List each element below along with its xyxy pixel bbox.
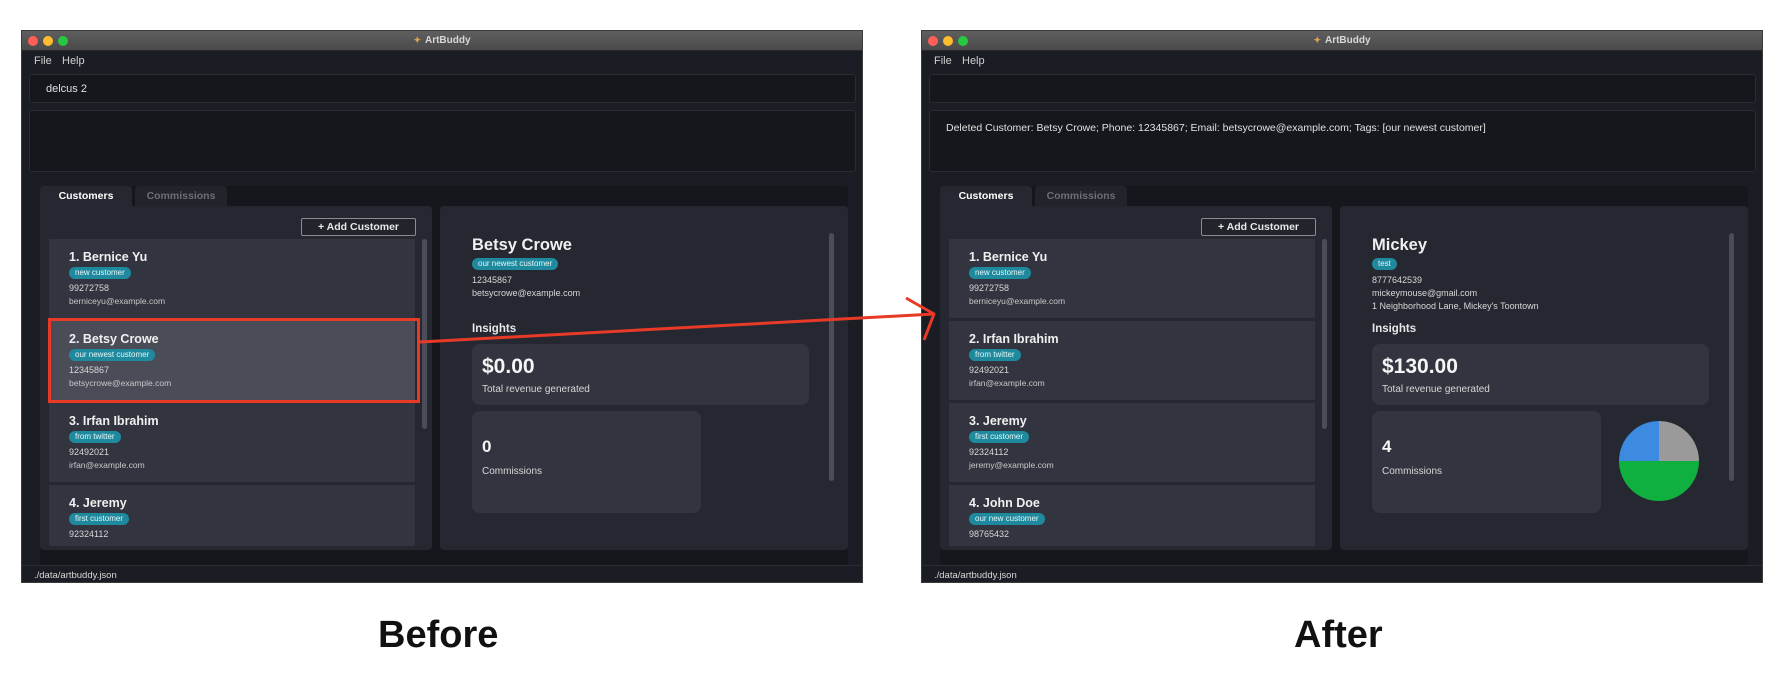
list-item[interactable]: 4. John Doe our new customer 98765432 bbox=[949, 485, 1315, 546]
detail-phone: 12345867 bbox=[472, 275, 513, 285]
customer-tag: from twitter bbox=[969, 349, 1021, 361]
menu-file[interactable]: File bbox=[34, 55, 52, 67]
customer-email: betsycrowe@example.com bbox=[69, 378, 172, 388]
customer-name: 1. Bernice Yu bbox=[69, 250, 148, 264]
customer-phone: 99272758 bbox=[69, 283, 110, 293]
customer-name: 3. Jeremy bbox=[969, 414, 1027, 428]
revenue-label: Total revenue generated bbox=[1382, 384, 1490, 395]
command-input[interactable] bbox=[929, 74, 1756, 103]
customer-tag: our new customer bbox=[969, 513, 1045, 525]
list-item[interactable]: 1. Bernice Yu new customer 99272758 bern… bbox=[49, 239, 415, 318]
insights-heading: Insights bbox=[1372, 323, 1417, 335]
commissions-label: Commissions bbox=[482, 466, 543, 477]
customer-tag: new customer bbox=[69, 267, 131, 279]
detail-scrollbar[interactable] bbox=[829, 233, 834, 481]
menu-bar: File Help bbox=[22, 51, 862, 71]
customer-tag: first customer bbox=[969, 431, 1030, 443]
caption-before: Before bbox=[378, 614, 499, 656]
customer-email: jeremy@example.com bbox=[969, 460, 1054, 470]
customer-name: 4. Jeremy bbox=[69, 496, 127, 510]
pie-slice-gray bbox=[1659, 421, 1699, 461]
customer-email: berniceyu@example.com bbox=[969, 296, 1066, 306]
detail-email: mickeymouse@gmail.com bbox=[1372, 288, 1478, 298]
command-input[interactable]: delcus 2 bbox=[29, 74, 856, 103]
customer-name: 2. Irfan Ibrahim bbox=[969, 332, 1059, 346]
detail-name: Betsy Crowe bbox=[472, 236, 572, 254]
customer-list: 1. Bernice Yu new customer 99272758 bern… bbox=[49, 239, 415, 546]
result-display: Deleted Customer: Betsy Crowe; Phone: 12… bbox=[929, 110, 1756, 172]
tab-commissions[interactable]: Commissions bbox=[1035, 186, 1127, 206]
commissions-label: Commissions bbox=[1382, 466, 1443, 477]
customer-email: irfan@example.com bbox=[69, 460, 145, 470]
app-window-before: ✦ ArtBuddy File Help delcus 2 Customers C… bbox=[21, 30, 863, 583]
commissions-count: 4 bbox=[1382, 437, 1392, 456]
detail-tag: test bbox=[1372, 258, 1397, 270]
revenue-value: $0.00 bbox=[482, 355, 535, 378]
customer-email: irfan@example.com bbox=[969, 378, 1045, 388]
detail-address: 1 Neighborhood Lane, Mickey's Toontown bbox=[1372, 301, 1539, 311]
commissions-card bbox=[472, 411, 701, 513]
status-bar: ./data/artbuddy.json bbox=[22, 565, 862, 582]
customer-tag: our newest customer bbox=[69, 349, 156, 361]
customer-phone: 92492021 bbox=[969, 365, 1010, 375]
menu-bar: File Help bbox=[922, 51, 1762, 71]
pie-slice-blue bbox=[1619, 421, 1659, 461]
detail-tag: our newest customer bbox=[472, 258, 559, 270]
palette-icon: ✦ bbox=[1313, 35, 1321, 45]
customer-name: 1. Bernice Yu bbox=[969, 250, 1048, 264]
customer-name: 4. John Doe bbox=[969, 496, 1040, 510]
list-item[interactable]: 2. Irfan Ibrahim from twitter 92492021 i… bbox=[949, 321, 1315, 400]
menu-help[interactable]: Help bbox=[962, 55, 985, 67]
status-bar: ./data/artbuddy.json bbox=[922, 565, 1762, 582]
window-title: ✦ ArtBuddy bbox=[1313, 35, 1371, 46]
add-customer-button[interactable]: + Add Customer bbox=[1201, 218, 1316, 236]
customer-email: berniceyu@example.com bbox=[69, 296, 166, 306]
commission-pie-chart bbox=[1619, 421, 1699, 501]
revenue-label: Total revenue generated bbox=[482, 384, 590, 395]
title-bar: ✦ ArtBuddy bbox=[22, 31, 862, 51]
add-customer-button[interactable]: + Add Customer bbox=[301, 218, 416, 236]
list-scrollbar[interactable] bbox=[422, 239, 427, 429]
detail-name: Mickey bbox=[1372, 236, 1428, 254]
revenue-value: $130.00 bbox=[1382, 355, 1458, 378]
menu-help[interactable]: Help bbox=[62, 55, 85, 67]
detail-email: betsycrowe@example.com bbox=[472, 288, 581, 298]
list-item-selected[interactable]: 2. Betsy Crowe our newest customer 12345… bbox=[49, 321, 415, 400]
customer-phone: 92324112 bbox=[969, 447, 1009, 457]
tab-customers[interactable]: Customers bbox=[40, 186, 132, 206]
customer-tag: from twitter bbox=[69, 431, 121, 443]
list-item[interactable]: 3. Irfan Ibrahim from twitter 92492021 i… bbox=[49, 403, 415, 482]
detail-phone: 8777642539 bbox=[1372, 275, 1423, 285]
commissions-count: 0 bbox=[482, 437, 492, 456]
customer-phone: 92324112 bbox=[69, 529, 109, 539]
result-display bbox=[29, 110, 856, 172]
title-bar: ✦ ArtBuddy bbox=[922, 31, 1762, 51]
insights-heading: Insights bbox=[472, 323, 517, 335]
customer-tag: new customer bbox=[969, 267, 1031, 279]
customer-phone: 98765432 bbox=[969, 529, 1010, 539]
detail-scrollbar[interactable] bbox=[1729, 233, 1734, 481]
list-scrollbar[interactable] bbox=[1322, 239, 1327, 429]
app-window-after: ✦ ArtBuddy File Help Deleted Customer: Be… bbox=[921, 30, 1763, 583]
list-item[interactable]: 1. Bernice Yu new customer 99272758 bern… bbox=[949, 239, 1315, 318]
customer-phone: 99272758 bbox=[969, 283, 1010, 293]
palette-icon: ✦ bbox=[413, 35, 421, 45]
customer-list: 1. Bernice Yu new customer 99272758 bern… bbox=[949, 239, 1315, 546]
tab-customers[interactable]: Customers bbox=[940, 186, 1032, 206]
customer-name: 3. Irfan Ibrahim bbox=[69, 414, 159, 428]
caption-after: After bbox=[1294, 614, 1383, 656]
before-after-comparison: ✦ ArtBuddy File Help delcus 2 Customers C… bbox=[0, 0, 1782, 689]
customer-tag: first customer bbox=[69, 513, 130, 525]
customer-phone: 92492021 bbox=[69, 447, 110, 457]
list-item[interactable]: 4. Jeremy first customer 92324112 bbox=[49, 485, 415, 546]
pie-slice-green bbox=[1619, 461, 1699, 501]
list-item[interactable]: 3. Jeremy first customer 92324112 jeremy… bbox=[949, 403, 1315, 482]
window-title: ✦ ArtBuddy bbox=[413, 35, 471, 46]
menu-file[interactable]: File bbox=[934, 55, 952, 67]
tab-commissions[interactable]: Commissions bbox=[135, 186, 227, 206]
customer-name: 2. Betsy Crowe bbox=[69, 332, 159, 346]
commissions-card bbox=[1372, 411, 1601, 513]
customer-phone: 12345867 bbox=[69, 365, 110, 375]
